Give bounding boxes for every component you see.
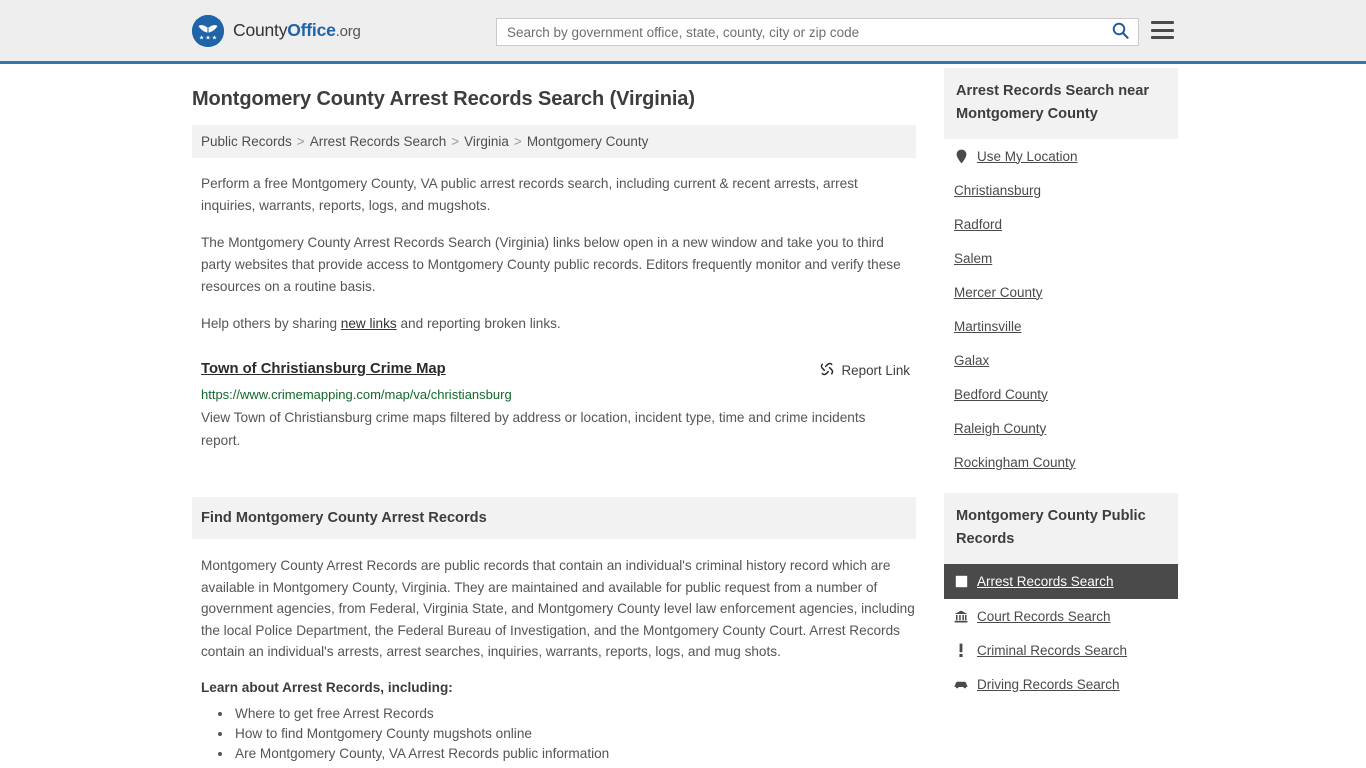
eagle-stars-seal-icon [192,14,224,47]
page-title: Montgomery County Arrest Records Search … [192,88,695,110]
sidebar-item-label[interactable]: Use My Location [977,149,1078,164]
sidebar-item-label[interactable]: Raleigh County [954,421,1046,436]
car-icon [954,679,968,689]
new-links-link[interactable]: new links [341,316,397,331]
sidebar-item-label[interactable]: Driving Records Search [977,677,1120,692]
find-records-heading: Find Montgomery County Arrest Records [192,497,916,539]
intro-paragraph-3: Help others by sharing new links and rep… [201,313,901,335]
map-pin-icon [954,149,968,164]
sidebar-item-label[interactable]: Mercer County [954,285,1043,300]
breadcrumb-separator: > [513,134,522,149]
sidebar-item-label[interactable]: Criminal Records Search [977,643,1127,658]
sidebar-item-radford[interactable]: Radford [944,207,1178,241]
report-link-button[interactable]: Report Link [819,361,916,380]
sidebar-item-salem[interactable]: Salem [944,241,1178,275]
search-button[interactable] [1102,19,1138,45]
sidebar-item-label[interactable]: Court Records Search [977,609,1111,624]
logo-text-tld: .org [335,23,361,40]
sidebar-item-use-my-location[interactable]: Use My Location [944,139,1178,173]
search-icon [1112,22,1129,42]
public-records-heading: Montgomery County Public Records [944,493,1178,564]
share-text-after: and reporting broken links. [396,316,561,331]
site-logo-text: CountyOffice.org [233,20,361,41]
fingerprint-card-icon [954,575,968,588]
intro-paragraph-2: The Montgomery County Arrest Records Sea… [201,235,901,294]
breadcrumb-separator: > [296,134,305,149]
sidebar-item-label[interactable]: Rockingham County [954,455,1076,470]
near-locations-list: Use My Location Christiansburg Radford S… [944,139,1178,479]
learn-about-list: Where to get free Arrest Records How to … [201,704,916,768]
breadcrumb-item-arrest-records-search[interactable]: Arrest Records Search [310,134,447,149]
breadcrumb-item-virginia[interactable]: Virginia [464,134,509,149]
list-item: How to find Montgomery County mugshots o… [233,724,916,744]
sidebar-item-mercer-county[interactable]: Mercer County [944,275,1178,309]
site-header: CountyOffice.org [0,0,1366,64]
sidebar-item-rockingham-county[interactable]: Rockingham County [944,445,1178,479]
breadcrumb-separator: > [451,134,460,149]
logo-text-county: County [233,20,288,40]
result-title-link[interactable]: Town of Christiansburg Crime Map [201,361,446,377]
find-records-body: Montgomery County Arrest Records are pub… [201,558,915,659]
search-input[interactable] [497,19,1102,45]
sidebar-item-driving-records-search[interactable]: Driving Records Search [944,667,1178,701]
sidebar-item-arrest-records-search[interactable]: Arrest Records Search [944,564,1178,599]
sidebar-item-label[interactable]: Radford [954,217,1002,232]
learn-about-heading: Learn about Arrest Records, including: [201,679,453,695]
sidebar-item-label[interactable]: Christiansburg [954,183,1041,198]
sidebar-item-galax[interactable]: Galax [944,343,1178,377]
result-header-row: Town of Christiansburg Crime Map Report … [201,361,916,380]
search-bar[interactable] [496,18,1139,46]
list-item: Where to get free Arrest Records [233,704,916,724]
share-text-before: Help others by sharing [201,316,341,331]
sidebar: Arrest Records Search near Montgomery Co… [944,64,1178,768]
courthouse-icon [954,610,968,623]
sidebar-item-label[interactable]: Arrest Records Search [977,574,1114,589]
sidebar-item-court-records-search[interactable]: Court Records Search [944,599,1178,633]
sidebar-item-label[interactable]: Salem [954,251,992,266]
hamburger-bar [1151,21,1174,24]
exclamation-icon [954,643,968,657]
near-locations-heading: Arrest Records Search near Montgomery Co… [944,68,1178,139]
page-container: Montgomery County Arrest Records Search … [0,64,1366,768]
logo-text-office: Office [287,20,336,40]
report-link-label: Report Link [841,363,910,378]
result-description: View Town of Christiansburg crime maps f… [201,410,866,448]
intro-paragraph-1: Perform a free Montgomery County, VA pub… [201,176,858,213]
sidebar-item-criminal-records-search[interactable]: Criminal Records Search [944,633,1178,667]
sidebar-item-christiansburg[interactable]: Christiansburg [944,173,1178,207]
sidebar-item-label[interactable]: Bedford County [954,387,1048,402]
hamburger-bar [1151,36,1174,39]
sidebar-item-label[interactable]: Martinsville [954,319,1022,334]
site-logo[interactable]: CountyOffice.org [192,14,361,47]
broken-link-icon [819,361,835,380]
breadcrumb: Public Records > Arrest Records Search > Vir… [192,125,916,158]
result-listing: Town of Christiansburg Crime Map Report … [201,361,916,452]
result-url[interactable]: https://www.crimemapping.com/map/va/chri… [201,387,916,402]
near-locations-card: Arrest Records Search near Montgomery Co… [944,68,1178,479]
hamburger-bar [1151,28,1174,32]
main-content: Montgomery County Arrest Records Search … [192,64,916,768]
breadcrumb-item-public-records[interactable]: Public Records [201,134,292,149]
public-records-list: Arrest Records Search Court Records Sear… [944,564,1178,701]
public-records-card: Montgomery County Public Records Arrest … [944,493,1178,701]
hamburger-menu-icon[interactable] [1151,21,1174,39]
sidebar-item-bedford-county[interactable]: Bedford County [944,377,1178,411]
sidebar-item-martinsville[interactable]: Martinsville [944,309,1178,343]
list-item: How to see someone's criminal record [233,764,916,768]
list-item: Are Montgomery County, VA Arrest Records… [233,744,916,764]
sidebar-item-label[interactable]: Galax [954,353,989,368]
sidebar-item-raleigh-county[interactable]: Raleigh County [944,411,1178,445]
breadcrumb-item-montgomery-county[interactable]: Montgomery County [527,134,649,149]
